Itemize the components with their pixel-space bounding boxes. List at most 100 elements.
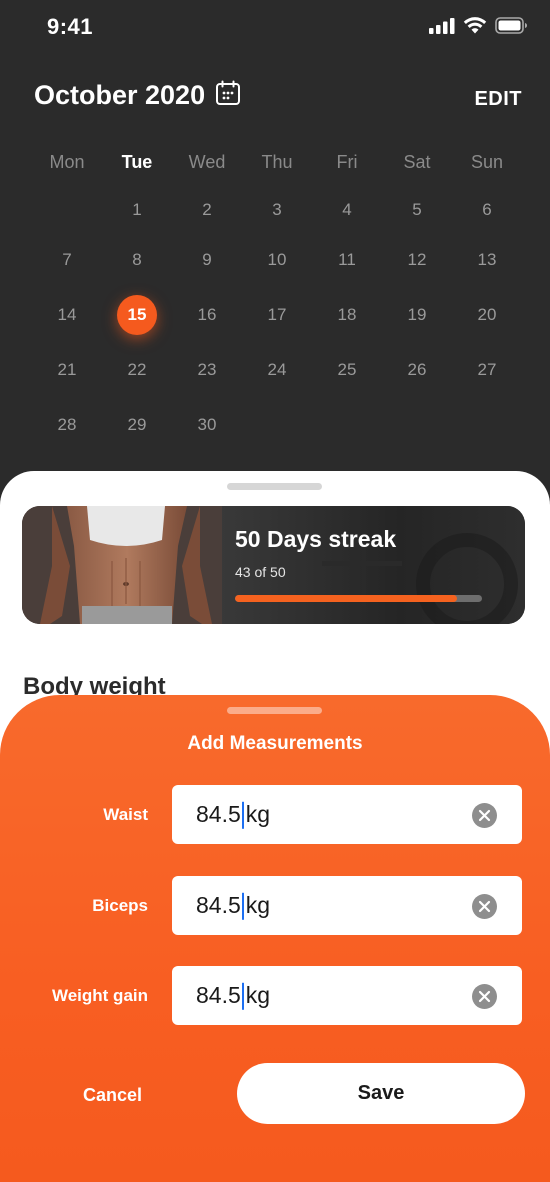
calendar-day-4[interactable]: 4	[312, 200, 382, 220]
calendar-day-number: 20	[477, 305, 497, 324]
calendar-day-number: 9	[202, 250, 212, 269]
calendar-day-22[interactable]: 22	[102, 360, 172, 380]
unit-label: kg	[245, 891, 271, 918]
weekday-fri: Fri	[336, 152, 358, 172]
calendar-day-number: 10	[267, 250, 287, 269]
calendar-day-number: 26	[407, 360, 427, 379]
calendar-day-16[interactable]: 16	[172, 305, 242, 325]
clear-icon[interactable]	[472, 893, 497, 919]
calendar-day-10[interactable]: 10	[242, 250, 312, 270]
weight-gain-label: Weight gain	[51, 986, 148, 1005]
calendar-day-1[interactable]: 1	[102, 200, 172, 220]
streak-progress-text: 43 of 50	[235, 564, 286, 580]
sheet-drag-handle[interactable]	[227, 483, 322, 490]
calendar-day-3[interactable]: 3	[242, 200, 312, 220]
waist-field-row: Waist 84.5 kg	[0, 785, 550, 845]
status-bar: 9:41	[0, 0, 550, 56]
calendar-day-14[interactable]: 14	[32, 305, 102, 325]
unit-label: kg	[245, 981, 271, 1008]
athlete-photo	[22, 506, 222, 624]
calendar-day-number: 2	[202, 200, 212, 219]
weekday-mon: Mon	[49, 152, 85, 172]
add-measurements-sheet: Add Measurements Waist 84.5 kg Biceps 84.…	[0, 695, 550, 1182]
calendar-day-23[interactable]: 23	[172, 360, 242, 380]
weekday-header: Mon Tue Wed Thu Fri Sat Sun	[32, 152, 522, 173]
calendar-day-20[interactable]: 20	[452, 305, 522, 325]
waist-input[interactable]: 84.5 kg	[172, 785, 522, 844]
wifi-icon	[463, 17, 487, 39]
calendar-day-number: 28	[57, 415, 77, 434]
calendar-day-number: 17	[267, 305, 287, 324]
calendar-day-number: 14	[57, 305, 77, 324]
clear-icon[interactable]	[472, 802, 497, 828]
calendar-day-25[interactable]: 25	[312, 360, 382, 380]
calendar-day-empty	[382, 415, 452, 435]
calendar-day-24[interactable]: 24	[242, 360, 312, 380]
calendar-icon[interactable]	[215, 80, 241, 111]
calendar-day-19[interactable]: 19	[382, 305, 452, 325]
unit-label: kg	[245, 800, 271, 827]
calendar-day-number: 23	[197, 360, 217, 379]
streak-progress-fill	[235, 595, 458, 602]
calendar-day-8[interactable]: 8	[102, 250, 172, 270]
cancel-button[interactable]: Cancel	[83, 1085, 142, 1106]
calendar-day-30[interactable]: 30	[172, 415, 242, 435]
biceps-input[interactable]: 84.5 kg	[172, 876, 522, 935]
calendar-day-13[interactable]: 13	[452, 250, 522, 270]
calendar-day-empty	[32, 200, 102, 220]
calendar-day-9[interactable]: 9	[172, 250, 242, 270]
battery-icon	[495, 17, 528, 39]
weekday-sun: Sun	[470, 152, 504, 172]
calendar-day-number: 5	[412, 200, 422, 219]
calendar-day-number: 30	[197, 415, 217, 434]
calendar-day-27[interactable]: 27	[452, 360, 522, 380]
text-cursor	[241, 892, 244, 920]
calendar-day-number: 29	[127, 415, 147, 434]
weekday-thu: Thu	[261, 152, 293, 172]
calendar-day-21[interactable]: 21	[32, 360, 102, 380]
edit-button[interactable]: EDIT	[474, 88, 522, 111]
calendar-day-empty	[312, 415, 382, 435]
calendar-day-number: 18	[337, 305, 357, 324]
weight-gain-input[interactable]: 84.5 kg	[172, 966, 522, 1025]
text-cursor	[241, 801, 244, 829]
calendar-day-28[interactable]: 28	[32, 415, 102, 435]
weight-gain-field-row: Weight gain 84.5 kg	[0, 966, 550, 1026]
signal-icon	[429, 17, 455, 39]
calendar-day-15[interactable]: 15	[102, 295, 172, 335]
calendar-day-12[interactable]: 12	[382, 250, 452, 270]
calendar-day-2[interactable]: 2	[172, 200, 242, 220]
measurements-drag-handle[interactable]	[227, 707, 322, 714]
calendar-day-5[interactable]: 5	[382, 200, 452, 220]
calendar-day-number: 13	[477, 250, 497, 269]
weekday-sat: Sat	[403, 152, 431, 172]
biceps-value: 84.5 kg	[196, 891, 271, 920]
calendar-day-number: 21	[57, 360, 77, 379]
status-time: 9:41	[47, 14, 94, 39]
calendar-day-6[interactable]: 6	[452, 200, 522, 220]
text-cursor	[241, 982, 244, 1010]
weight-gain-value: 84.5 kg	[196, 981, 271, 1010]
calendar-day-number: 27	[477, 360, 497, 379]
calendar-day-number: 25	[337, 360, 357, 379]
calendar-day-17[interactable]: 17	[242, 305, 312, 325]
streak-card[interactable]: 50 Days streak 43 of 50	[22, 506, 525, 624]
calendar-day-7[interactable]: 7	[32, 250, 102, 270]
calendar-day-18[interactable]: 18	[312, 305, 382, 325]
calendar-day-number: 24	[267, 360, 287, 379]
biceps-label: Biceps	[92, 896, 148, 915]
calendar-day-26[interactable]: 26	[382, 360, 452, 380]
calendar-day-number: 7	[62, 250, 72, 269]
calendar-day-number: 15	[127, 305, 147, 324]
clear-icon[interactable]	[472, 983, 497, 1009]
save-button[interactable]: Save	[237, 1063, 525, 1124]
biceps-field-row: Biceps 84.5 kg	[0, 876, 550, 936]
calendar-day-29[interactable]: 29	[102, 415, 172, 435]
streak-title: 50 Days streak	[235, 526, 397, 552]
calendar-day-number: 8	[132, 250, 142, 269]
calendar-day-11[interactable]: 11	[312, 250, 382, 270]
status-icons	[429, 17, 528, 39]
waist-label: Waist	[103, 805, 148, 824]
measurements-title: Add Measurements	[187, 733, 363, 754]
calendar-day-number: 3	[272, 200, 282, 219]
